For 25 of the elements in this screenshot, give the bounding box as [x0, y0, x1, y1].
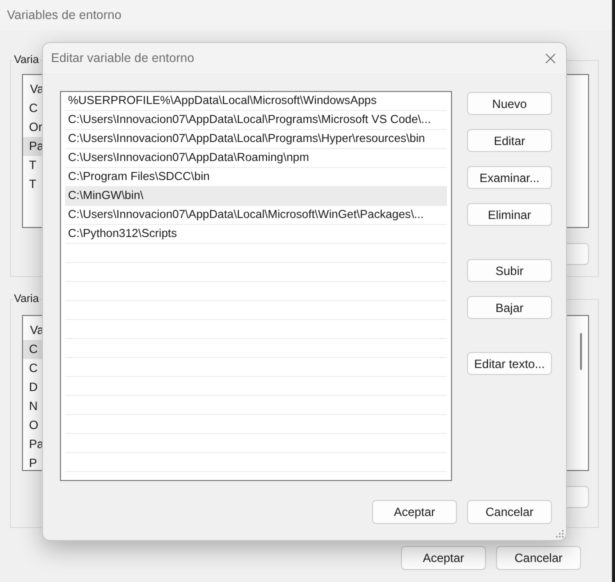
action-button[interactable]: Examinar... — [467, 166, 552, 189]
path-entry[interactable]: C:\Python312\Scripts — [65, 225, 447, 244]
dialog-button[interactable]: Cancelar — [496, 546, 581, 570]
action-button[interactable]: Subir — [467, 259, 552, 282]
group-label: Varia — [13, 293, 40, 305]
window-title: Variables de entorno — [7, 8, 122, 22]
path-entry[interactable]: C:\Users\Innovacion07\AppData\Local\Microsoft\WinGet\Packages\... — [65, 206, 447, 225]
dialog-title: Editar variable de entorno — [51, 51, 194, 65]
action-button[interactable]: Eliminar — [467, 203, 552, 226]
path-entry[interactable]: C:\Users\Innovacion07\AppData\Roaming\npm — [65, 149, 447, 168]
dialog-button[interactable]: Aceptar — [401, 546, 486, 570]
action-button[interactable]: Nuevo — [467, 92, 552, 115]
path-entry[interactable]: C:\MinGW\bin\ — [65, 187, 447, 206]
close-icon[interactable] — [545, 52, 556, 64]
action-button[interactable]: Editar texto... — [467, 352, 552, 375]
dialog-button[interactable]: Cancelar — [467, 500, 552, 524]
scrollbar-thumb[interactable] — [580, 333, 582, 370]
path-entry[interactable]: C:\Users\Innovacion07\AppData\Local\Programs\Hyper\resources\bin — [65, 130, 447, 149]
group-label: Varia — [13, 54, 40, 66]
path-entry[interactable]: C:\Users\Innovacion07\AppData\Local\Programs\Microsoft VS Code\... — [65, 111, 447, 130]
dialog-button[interactable]: Aceptar — [372, 500, 457, 524]
action-button[interactable]: Editar — [467, 129, 552, 152]
action-button[interactable]: Bajar — [467, 296, 552, 319]
resize-grip-icon[interactable] — [555, 529, 564, 538]
path-entry[interactable]: %USERPROFILE%\AppData\Local\Microsoft\WindowsApps — [65, 92, 447, 111]
